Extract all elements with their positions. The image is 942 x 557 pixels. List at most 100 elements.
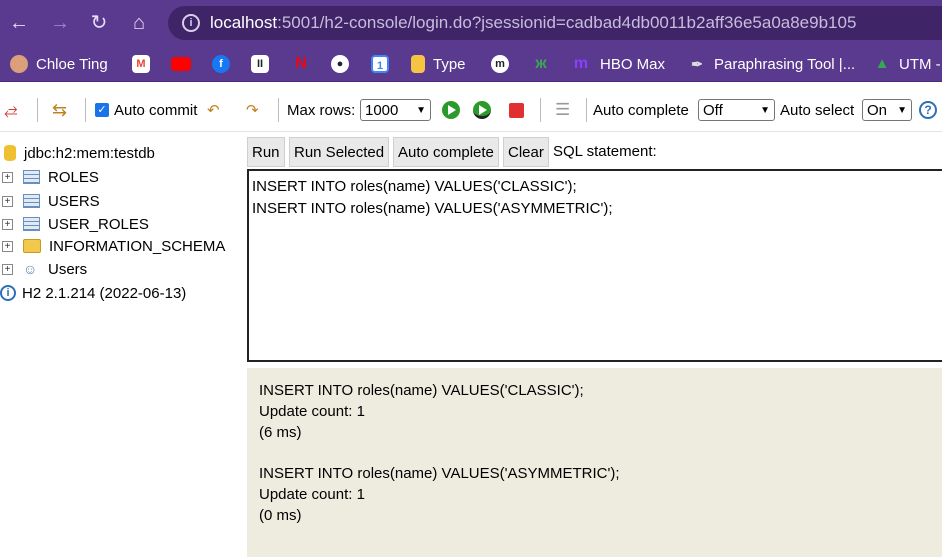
bookmark-netflix[interactable]: N	[292, 54, 318, 74]
table-icon	[23, 217, 40, 231]
chevron-down-icon: ▼	[897, 104, 907, 116]
address-bar[interactable]: i localhost:5001/h2-console/login.do?jse…	[168, 6, 942, 40]
auto-select-select[interactable]: On ▼	[862, 99, 912, 121]
table-icon	[23, 170, 40, 184]
bookmark-github[interactable]: ●	[331, 54, 357, 74]
bookmark-gmail[interactable]: M	[132, 54, 158, 74]
auto-commit-label: Auto commit	[114, 101, 198, 119]
pause-app-icon: II	[251, 55, 269, 73]
auto-complete-select[interactable]: Off ▼	[698, 99, 775, 121]
gmail-icon: M	[132, 55, 150, 73]
max-rows-label: Max rows:	[287, 101, 356, 119]
bookmarks-bar: Chloe Ting M f II N ● 1 Type m ж m HBO Ma…	[0, 46, 942, 82]
url-text[interactable]: localhost:5001/h2-console/login.do?jsess…	[210, 13, 856, 33]
checkbox-checked-icon[interactable]: ✓	[95, 103, 109, 117]
expand-plus-icon[interactable]: +	[2, 263, 13, 275]
browser-titlebar: ← → ↻ ⌂ i localhost:5001/h2-console/logi…	[0, 0, 942, 46]
note-icon	[411, 55, 425, 73]
sql-editor[interactable]: INSERT INTO roles(name) VALUES('CLASSIC'…	[247, 169, 942, 362]
table-icon	[23, 194, 40, 208]
chevron-down-icon: ▼	[416, 104, 426, 116]
bookmark-facebook[interactable]: f	[212, 54, 238, 74]
drive-icon: ▲	[874, 55, 890, 72]
toolbar-divider	[278, 98, 279, 122]
tree-version: i H2 2.1.214 (2022-06-13)	[0, 282, 186, 304]
github-icon: ●	[331, 55, 349, 73]
expand-plus-icon[interactable]: +	[2, 171, 13, 183]
hbo-icon: m	[573, 55, 589, 72]
run-selected-button[interactable]: Run Selected	[289, 137, 390, 167]
tree-item-information-schema[interactable]: + INFORMATION_SCHEMA	[0, 235, 225, 257]
reload-icon[interactable]: ↻	[86, 10, 112, 36]
object-tree: jdbc:h2:mem:testdb + ROLES + USERS + USER_R…	[0, 140, 240, 557]
run-icon[interactable]	[442, 88, 460, 132]
expand-plus-icon[interactable]: +	[2, 218, 13, 230]
run-selected-icon[interactable]	[473, 88, 491, 132]
chevron-down-icon: ▼	[760, 104, 770, 116]
folder-icon	[23, 239, 41, 253]
refresh-icon[interactable]: ⇆	[52, 88, 67, 132]
result-spacer	[259, 443, 930, 463]
facebook-icon: f	[212, 55, 230, 73]
forward-arrow-icon[interactable]: →	[47, 10, 73, 36]
youtube-icon	[171, 57, 191, 71]
tree-item-user-roles[interactable]: + USER_ROLES	[0, 213, 149, 235]
result-update-count: Update count: 1	[259, 486, 365, 503]
h2-toolbar: ⥄ ⇆ ✓ Auto commit ↶ ↷ Max rows: 1000 ▼ ☰ A…	[0, 88, 942, 132]
bookmark-type[interactable]: Type	[411, 54, 466, 74]
auto-commit-toggle[interactable]: ✓ Auto commit	[95, 88, 197, 132]
bookmark-m[interactable]: m	[491, 54, 517, 74]
feather-icon: ✒	[691, 56, 703, 72]
bookmark-chloe-ting[interactable]: Chloe Ting	[10, 54, 108, 74]
bookmark-utm[interactable]: ▲ UTM -	[873, 54, 941, 74]
expand-plus-icon[interactable]: +	[2, 195, 13, 207]
result-time: (0 ms)	[259, 507, 302, 524]
stop-icon[interactable]	[509, 88, 524, 132]
database-icon	[4, 145, 16, 161]
netflix-icon: N	[295, 55, 307, 72]
expand-plus-icon[interactable]: +	[2, 240, 13, 252]
back-arrow-icon[interactable]: ←	[6, 10, 32, 36]
result-panel: INSERT INTO roles(name) VALUES('CLASSIC'…	[247, 368, 942, 557]
tree-item-users[interactable]: + USERS	[0, 190, 100, 212]
max-rows-select[interactable]: 1000 ▼	[360, 99, 431, 121]
tree-item-users-group[interactable]: + ☺ Users	[0, 258, 87, 280]
toolbar-divider	[37, 98, 38, 122]
toolbar-divider	[586, 98, 587, 122]
run-button[interactable]: Run	[247, 137, 285, 167]
bookmark-hbo-max[interactable]: m HBO Max	[570, 54, 665, 74]
result-statement: INSERT INTO roles(name) VALUES('CLASSIC'…	[259, 382, 584, 399]
m-circle-icon: m	[491, 55, 509, 73]
max-rows-field: 1000 ▼	[360, 88, 431, 132]
toolbar-divider	[540, 98, 541, 122]
disconnect-icon[interactable]: ⥄	[4, 88, 18, 132]
clear-button[interactable]: Clear	[503, 137, 549, 167]
tree-connection[interactable]: jdbc:h2:mem:testdb	[0, 142, 155, 164]
auto-select-field: On ▼	[862, 88, 912, 132]
bookmark-leaf[interactable]: ж	[532, 54, 558, 74]
users-icon: ☺	[23, 261, 38, 277]
rollback-icon[interactable]: ↷	[246, 88, 259, 132]
editor-line: INSERT INTO roles(name) VALUES('CLASSIC'…	[252, 178, 577, 195]
auto-complete-button[interactable]: Auto complete	[393, 137, 499, 167]
toolbar-divider	[85, 98, 86, 122]
leaf-icon: ж	[535, 55, 547, 72]
bookmark-paraphrasing-tool[interactable]: ✒ Paraphrasing Tool |...	[688, 54, 855, 74]
tree-item-roles[interactable]: + ROLES	[0, 166, 99, 188]
result-update-count: Update count: 1	[259, 403, 365, 420]
bookmark-calendar[interactable]: 1	[371, 54, 397, 74]
commit-icon[interactable]: ↶	[207, 88, 220, 132]
auto-complete-field: Off ▼	[698, 88, 775, 132]
site-info-icon[interactable]: i	[182, 14, 200, 32]
auto-complete-label: Auto complete	[593, 101, 689, 119]
help-icon[interactable]: ?	[919, 88, 937, 132]
result-statement: INSERT INTO roles(name) VALUES('ASYMMETR…	[259, 465, 620, 482]
bookmark-app[interactable]: II	[251, 54, 277, 74]
avatar-icon	[10, 55, 28, 73]
history-icon[interactable]: ☰	[555, 88, 570, 132]
editor-line: INSERT INTO roles(name) VALUES('ASYMMETR…	[252, 200, 613, 217]
home-icon[interactable]: ⌂	[126, 10, 152, 36]
bookmark-youtube[interactable]	[171, 54, 199, 74]
sql-statement-label: SQL statement:	[553, 143, 657, 160]
calendar-icon: 1	[371, 55, 389, 73]
